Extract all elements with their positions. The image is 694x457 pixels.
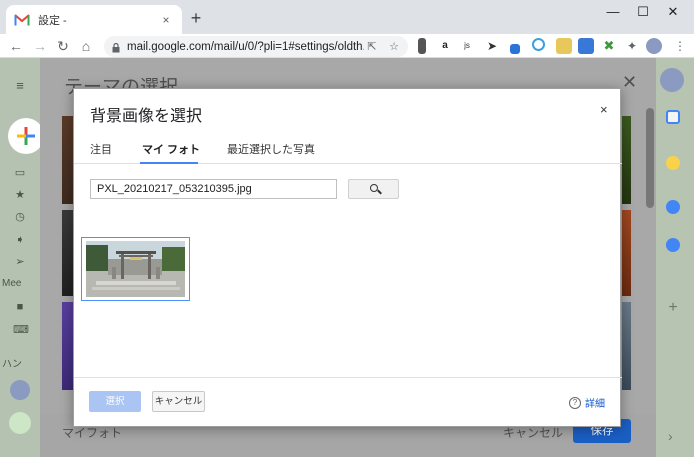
snoozed-icon[interactable]: ◷ (13, 211, 27, 223)
starred-icon[interactable]: ★ (13, 189, 27, 201)
extension-bookmark-icon[interactable] (418, 38, 426, 54)
tab-title: 設定 - (38, 14, 67, 27)
theme-thumbnail[interactable] (622, 302, 631, 390)
new-tab-button[interactable]: + (186, 8, 206, 28)
important-icon[interactable]: ➧ (13, 234, 27, 246)
compose-plus-icon (17, 127, 35, 145)
keep-addon-icon[interactable] (666, 156, 680, 170)
shrine-photo-thumbnail (86, 241, 185, 297)
dialog-title: 背景画像を選択 (90, 108, 203, 125)
forward-button[interactable]: → (30, 36, 50, 56)
expand-panel-icon[interactable]: › (668, 428, 673, 444)
bookmark-star-icon[interactable]: ☆ (386, 39, 402, 55)
theme-thumbnail[interactable] (622, 116, 631, 204)
compose-button[interactable] (8, 118, 44, 154)
active-tab-indicator (140, 162, 198, 164)
select-background-dialog: 背景画像を選択 × 注目 マイ フォト 最近選択した写真 PXL_2021021… (73, 88, 622, 427)
theme-thumbnail[interactable] (622, 210, 631, 296)
tab-featured[interactable]: 注目 (90, 141, 112, 164)
open-in-new-icon[interactable]: ⇱ (364, 39, 380, 55)
url-text: mail.google.com/mail/u/0/?pli=1#settings… (127, 40, 364, 53)
hangouts-label: ハン (2, 359, 22, 370)
add-addon-icon[interactable]: + (665, 300, 681, 316)
dialog-footer-divider (74, 377, 622, 378)
select-button[interactable]: 選択 (89, 391, 141, 412)
dialog-tabs: 注目 マイ フォト 最近選択した写真 (74, 136, 622, 164)
hangouts-avatar[interactable] (10, 380, 30, 400)
details-link[interactable]: ? 詳細 (569, 395, 605, 410)
extension-tools-icon[interactable]: ✖ (601, 38, 617, 54)
extensions-puzzle-icon[interactable]: ✦ (624, 38, 640, 54)
search-button[interactable] (348, 179, 399, 199)
tab-close-icon[interactable]: × (158, 12, 174, 28)
tasks-addon-icon[interactable] (666, 200, 680, 214)
account-avatar[interactable] (660, 68, 684, 92)
extension-eyedropper-icon[interactable] (510, 44, 520, 54)
gmail-favicon-icon (14, 13, 30, 26)
photo-result[interactable] (81, 237, 190, 301)
meet-label: Mee (2, 278, 22, 289)
hangouts-status-avatar[interactable] (9, 412, 31, 434)
main-menu-icon[interactable]: ≡ (13, 79, 27, 92)
address-bar[interactable]: mail.google.com/mail/u/0/?pli=1#settings… (104, 36, 408, 57)
home-button[interactable]: ⌂ (76, 36, 96, 56)
video-camera-icon[interactable]: ■ (13, 301, 27, 313)
tab-recently-selected[interactable]: 最近選択した写真 (227, 141, 315, 164)
back-button[interactable]: ← (6, 36, 26, 56)
extension-amazon-icon[interactable]: a (437, 38, 453, 54)
contacts-addon-icon[interactable] (666, 238, 680, 252)
reload-button[interactable]: ↻ (53, 36, 73, 56)
calendar-addon-icon[interactable] (666, 110, 680, 124)
browser-menu-icon[interactable]: ⋮ (672, 38, 688, 54)
theme-close-icon[interactable]: ✕ (622, 72, 637, 93)
close-window-button[interactable]: ✕ (658, 2, 688, 22)
minimize-button[interactable]: — (598, 2, 628, 22)
extension-notes-icon[interactable] (556, 38, 572, 54)
browser-titlebar: 設定 - × + — ☐ ✕ (0, 0, 694, 34)
cancel-button[interactable]: キャンセル (152, 391, 205, 412)
tab-my-photos[interactable]: マイ フォト (142, 141, 200, 164)
profile-avatar[interactable] (646, 38, 662, 54)
theme-scrollbar[interactable] (646, 108, 654, 208)
browser-tab[interactable]: 設定 - × (6, 5, 182, 34)
browser-toolbar: ← → ↻ ⌂ mail.google.com/mail/u/0/?pli=1#… (0, 34, 694, 58)
extension-js-icon[interactable]: js (459, 38, 475, 54)
extension-calendar-icon[interactable] (578, 38, 594, 54)
photo-search-input[interactable] (90, 179, 337, 199)
maximize-button[interactable]: ☐ (628, 2, 658, 22)
side-panel-rail: + › (656, 58, 694, 457)
help-icon: ? (569, 396, 581, 409)
details-label: 詳細 (585, 399, 605, 410)
sent-icon[interactable]: ➢ (13, 256, 27, 268)
extension-cursor-icon[interactable]: ➤ (484, 38, 500, 54)
extension-skype-icon[interactable] (532, 38, 545, 51)
keyboard-icon[interactable]: ⌨ (13, 324, 29, 336)
inbox-icon[interactable]: ▭ (13, 167, 27, 179)
lock-icon (112, 42, 120, 52)
dialog-close-icon[interactable]: × (600, 102, 608, 117)
